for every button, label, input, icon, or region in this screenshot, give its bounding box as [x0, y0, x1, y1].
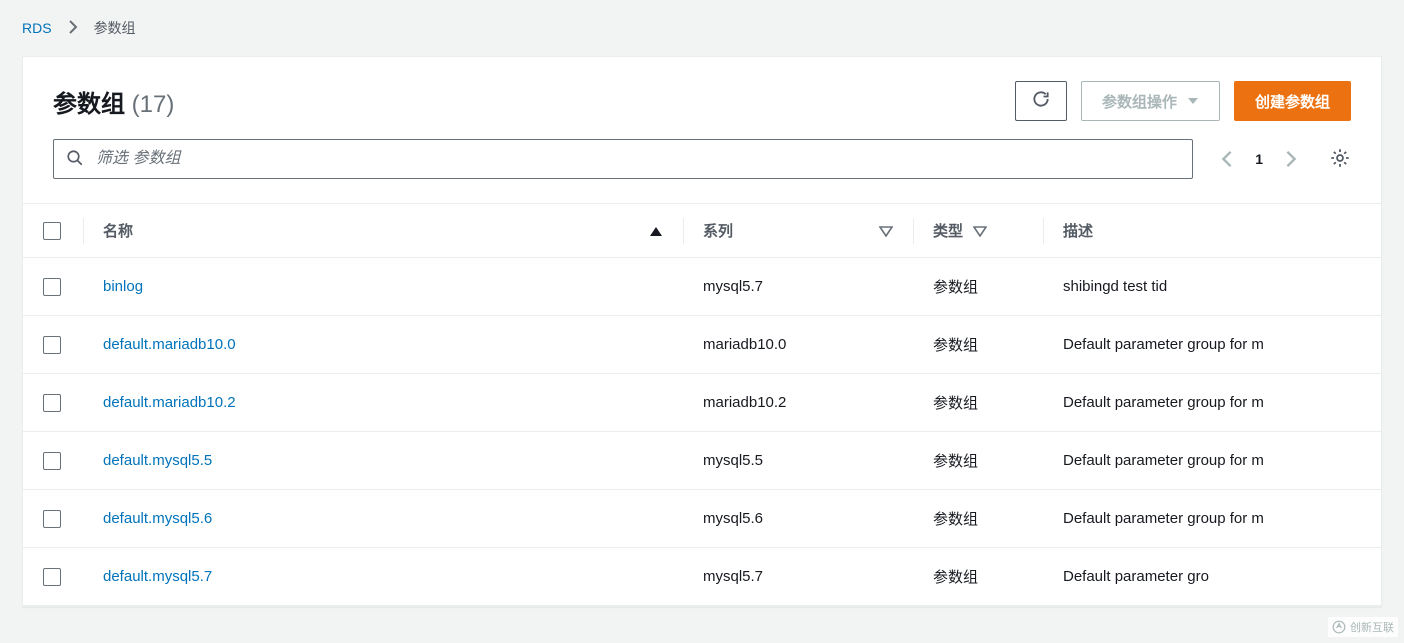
- row-checkbox[interactable]: [43, 278, 61, 296]
- parameter-groups-table: 名称 系列 类型: [23, 203, 1381, 606]
- row-checkbox[interactable]: [43, 452, 61, 470]
- table-row: default.mysql5.7 mysql5.7参数组Default param…: [23, 548, 1381, 606]
- table-row: default.mysql5.6 mysql5.6参数组Default param…: [23, 490, 1381, 548]
- refresh-icon: [1031, 89, 1051, 113]
- gear-icon: [1329, 147, 1351, 172]
- row-name-link[interactable]: default.mysql5.7: [103, 568, 212, 585]
- row-desc: Default parameter group for m: [1043, 374, 1381, 432]
- actions-dropdown-button[interactable]: 参数组操作: [1081, 81, 1220, 121]
- row-series: mysql5.7: [683, 258, 913, 316]
- row-desc: shibingd test tid: [1043, 258, 1381, 316]
- refresh-button[interactable]: [1015, 81, 1067, 121]
- sort-asc-icon: [649, 225, 663, 237]
- row-desc: Default parameter group for m: [1043, 316, 1381, 374]
- row-type: 参数组: [913, 490, 1043, 548]
- table-row: default.mariadb10.2 mariadb10.2参数组Default…: [23, 374, 1381, 432]
- row-series: mysql5.5: [683, 432, 913, 490]
- filter-icon: [973, 225, 987, 237]
- row-type: 参数组: [913, 432, 1043, 490]
- row-desc: Default parameter group for m: [1043, 432, 1381, 490]
- row-type: 参数组: [913, 316, 1043, 374]
- row-name-link[interactable]: default.mariadb10.2: [103, 394, 236, 411]
- row-type: 参数组: [913, 374, 1043, 432]
- row-type: 参数组: [913, 258, 1043, 316]
- actions-label: 参数组操作: [1102, 91, 1177, 112]
- create-button[interactable]: 创建参数组: [1234, 81, 1351, 121]
- row-desc: Default parameter gro: [1043, 548, 1381, 606]
- row-series: mysql5.6: [683, 490, 913, 548]
- table-row: default.mariadb10.0 mariadb10.0参数组Default…: [23, 316, 1381, 374]
- search-icon: [66, 149, 84, 170]
- table-row: binlog mysql5.7参数组shibingd test tid: [23, 258, 1381, 316]
- pager-next[interactable]: [1285, 150, 1297, 168]
- panel: 参数组 (17) 参数组操作 创建参数组: [22, 56, 1382, 607]
- row-checkbox[interactable]: [43, 394, 61, 412]
- row-name-link[interactable]: default.mysql5.6: [103, 510, 212, 527]
- search-input[interactable]: [94, 149, 1180, 169]
- filter-icon: [879, 225, 893, 237]
- row-name-link[interactable]: default.mysql5.5: [103, 452, 212, 469]
- row-name-link[interactable]: default.mariadb10.0: [103, 336, 236, 353]
- watermark: 创新互联: [1328, 617, 1398, 637]
- settings-button[interactable]: [1329, 147, 1351, 172]
- page-title: 参数组 (17): [53, 84, 174, 119]
- row-name-link[interactable]: binlog: [103, 278, 143, 295]
- row-desc: Default parameter group for m: [1043, 490, 1381, 548]
- pager-prev[interactable]: [1221, 150, 1233, 168]
- select-all-checkbox[interactable]: [43, 222, 61, 240]
- col-header-type[interactable]: 类型: [933, 220, 963, 241]
- table-row: default.mysql5.5 mysql5.5参数组Default param…: [23, 432, 1381, 490]
- chevron-right-icon: [68, 20, 78, 37]
- row-checkbox[interactable]: [43, 336, 61, 354]
- title-text: 参数组: [53, 91, 125, 118]
- col-header-name[interactable]: 名称: [103, 220, 133, 241]
- search-box[interactable]: [53, 139, 1193, 179]
- breadcrumb-current: 参数组: [94, 18, 136, 38]
- row-series: mysql5.7: [683, 548, 913, 606]
- title-count: (17): [132, 91, 175, 118]
- breadcrumb-root[interactable]: RDS: [22, 20, 52, 36]
- breadcrumb: RDS 参数组: [0, 0, 1404, 56]
- col-header-desc[interactable]: 描述: [1063, 223, 1093, 240]
- col-header-series[interactable]: 系列: [703, 220, 733, 241]
- row-checkbox[interactable]: [43, 510, 61, 528]
- panel-header: 参数组 (17) 参数组操作 创建参数组: [23, 57, 1381, 189]
- caret-down-icon: [1187, 93, 1199, 110]
- row-type: 参数组: [913, 548, 1043, 606]
- row-checkbox[interactable]: [43, 568, 61, 586]
- row-series: mariadb10.0: [683, 316, 913, 374]
- pager-page: 1: [1255, 151, 1263, 167]
- row-series: mariadb10.2: [683, 374, 913, 432]
